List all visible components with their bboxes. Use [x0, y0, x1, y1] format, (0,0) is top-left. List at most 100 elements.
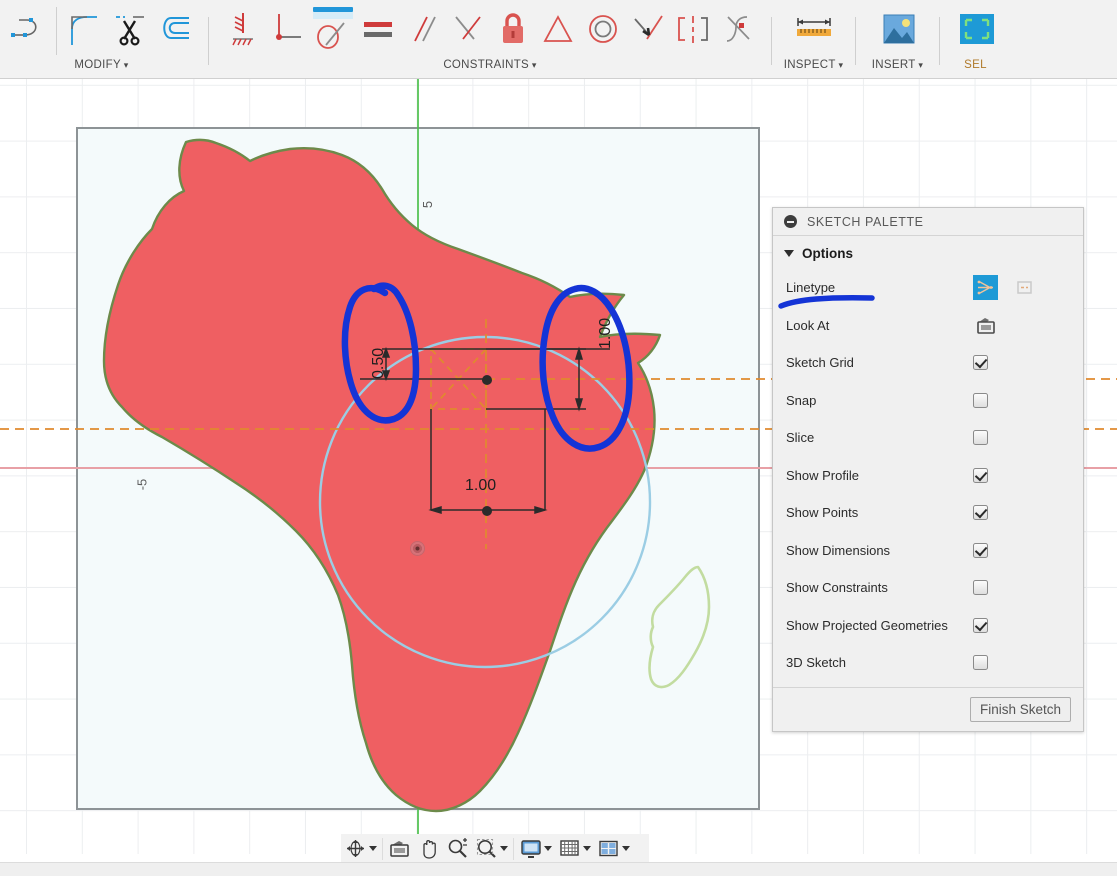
look-at-button[interactable] — [385, 834, 414, 863]
show-projected-geometries-checkbox[interactable] — [973, 618, 988, 633]
show-points-label: Show Points — [786, 505, 973, 520]
extend-icon[interactable] — [152, 4, 197, 54]
options-section-header[interactable]: Options — [773, 236, 1083, 265]
toolbar-group-inspect: INSPECT ▾ — [777, 0, 850, 79]
grid-settings-button[interactable] — [555, 834, 594, 863]
zoom-window-icon — [475, 837, 498, 860]
view-navigation-bar — [341, 834, 649, 863]
chevron-down-icon — [500, 846, 508, 851]
offset-icon[interactable] — [6, 4, 51, 54]
main-toolbar: MODIFY ▾ — [0, 0, 1117, 79]
slice-checkbox[interactable] — [973, 430, 988, 445]
sketch-grid-checkbox[interactable] — [973, 355, 988, 370]
perpendicular-icon[interactable] — [445, 4, 490, 54]
grid-settings-icon — [558, 837, 581, 860]
snap-checkbox[interactable] — [973, 393, 988, 408]
sketch-grid-label: Sketch Grid — [786, 355, 973, 370]
show-dimensions-label: Show Dimensions — [786, 543, 973, 558]
orbit-button[interactable] — [341, 834, 380, 863]
toolbar-group-label[interactable]: SEL — [945, 58, 1006, 78]
show-constraints-checkbox[interactable] — [973, 580, 988, 595]
palette-row-show-points: Show Points — [773, 494, 1083, 532]
show-points-checkbox[interactable] — [973, 505, 988, 520]
select-label: SEL — [964, 59, 987, 71]
symmetry-icon[interactable] — [670, 4, 715, 54]
sketch-palette-footer: Finish Sketch — [773, 687, 1083, 731]
toolbar-group-insert: INSERT ▾ — [861, 0, 934, 79]
show-projected-geometries-label: Show Projected Geometries — [786, 618, 973, 633]
3d-sketch-label: 3D Sketch — [786, 655, 973, 670]
chevron-down-icon — [583, 846, 591, 851]
linetype-label: Linetype — [786, 280, 973, 295]
toolbar-group-label[interactable]: INSERT ▾ — [861, 58, 934, 78]
display-settings-button[interactable] — [516, 834, 555, 863]
toolbar-divider — [56, 7, 57, 55]
constraints-label: CONSTRAINTS — [443, 59, 529, 71]
toolbar-group-modify: MODIFY ▾ — [0, 0, 203, 79]
fusion-sketch-window: MODIFY ▾ — [0, 0, 1117, 876]
status-bar — [0, 862, 1117, 876]
palette-row-show-dimensions: Show Dimensions — [773, 532, 1083, 570]
toolbar-group-label[interactable]: CONSTRAINTS ▾ — [214, 58, 766, 78]
linetype-construction-button[interactable] — [1012, 275, 1037, 300]
pan-hand-icon — [417, 837, 440, 860]
sketch-palette-options: Linetype — [773, 265, 1083, 687]
sketch-palette-header[interactable]: SKETCH PALETTE — [773, 208, 1083, 236]
3d-sketch-checkbox[interactable] — [973, 655, 988, 670]
toolbar-divider — [855, 17, 856, 65]
orbit-icon — [344, 837, 367, 860]
midpoint-icon[interactable] — [535, 4, 580, 54]
chevron-down-icon — [622, 846, 630, 851]
parallel-icon[interactable] — [400, 4, 445, 54]
axis-label-x-minus5: -5 — [134, 479, 149, 491]
trim-icon[interactable] — [107, 4, 152, 54]
viewport-layout-button[interactable] — [594, 834, 633, 863]
equal-icon[interactable] — [355, 4, 400, 54]
palette-row-show-profile: Show Profile — [773, 457, 1083, 495]
sketch-origin-point[interactable] — [410, 541, 425, 556]
tangent-icon[interactable] — [310, 4, 355, 54]
palette-row-sketch-grid: Sketch Grid — [773, 344, 1083, 382]
toolbar-divider — [208, 17, 209, 65]
axis-label-y-5: 5 — [420, 201, 435, 208]
dimension-label-1-00-horizontal[interactable]: 1.00 — [465, 477, 496, 495]
palette-row-show-constraints: Show Constraints — [773, 569, 1083, 607]
toolbar-group-constraints: CONSTRAINTS ▾ — [214, 0, 766, 79]
dimension-label-0-50[interactable]: 0.50 — [370, 348, 388, 379]
lock-icon[interactable] — [490, 4, 535, 54]
select-icon[interactable] — [953, 4, 998, 54]
look-at-button[interactable] — [973, 313, 998, 338]
show-profile-checkbox[interactable] — [973, 468, 988, 483]
toolbar-divider — [771, 17, 772, 65]
concentric-icon[interactable] — [580, 4, 625, 54]
show-constraints-label: Show Constraints — [786, 580, 973, 595]
show-dimensions-checkbox[interactable] — [973, 543, 988, 558]
linetype-normal-button[interactable] — [973, 275, 998, 300]
collapse-icon[interactable] — [784, 215, 797, 228]
zoom-button[interactable] — [443, 834, 472, 863]
options-label: Options — [802, 246, 853, 261]
inspect-label: INSPECT — [784, 59, 836, 71]
palette-row-slice: Slice — [773, 419, 1083, 457]
curvature-icon[interactable] — [715, 4, 760, 54]
pan-button[interactable] — [414, 834, 443, 863]
zoom-window-button[interactable] — [472, 834, 511, 863]
nav-divider — [513, 838, 514, 860]
chevron-down-icon — [369, 846, 377, 851]
snap-label: Snap — [786, 393, 973, 408]
dimension-label-1-00-vertical[interactable]: 1.00 — [597, 318, 615, 349]
insert-label: INSERT — [872, 59, 916, 71]
fillet-icon[interactable] — [62, 4, 107, 54]
fix-unfix-icon[interactable] — [220, 4, 265, 54]
look-at-label: Look At — [786, 318, 973, 333]
toolbar-group-label[interactable]: INSPECT ▾ — [777, 58, 850, 78]
collinear-icon[interactable] — [625, 4, 670, 54]
toolbar-group-label[interactable]: MODIFY ▾ — [0, 58, 203, 78]
insert-image-icon[interactable] — [875, 4, 920, 54]
measure-icon[interactable] — [791, 4, 836, 54]
show-profile-label: Show Profile — [786, 468, 973, 483]
palette-row-3d-sketch: 3D Sketch — [773, 644, 1083, 682]
viewport-layout-icon — [597, 837, 620, 860]
finish-sketch-button[interactable]: Finish Sketch — [970, 697, 1071, 722]
coincident-icon[interactable] — [265, 4, 310, 54]
